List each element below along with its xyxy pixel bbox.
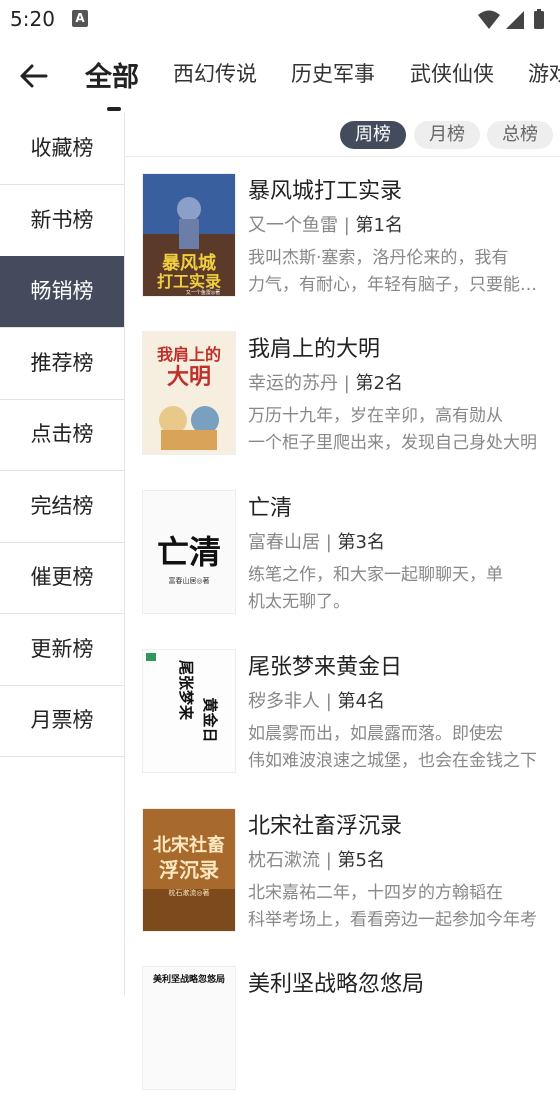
tab-history-military[interactable]: 历史军事 bbox=[291, 58, 375, 88]
book-author: 秽多非人 | bbox=[248, 691, 338, 712]
book-meta: 富春山居 | 第3名 bbox=[248, 528, 385, 554]
book-cover: 尾张梦来 黄金日 bbox=[142, 649, 236, 773]
app-header: 全部 西幻传说 历史军事 武侠仙侠 游戏 bbox=[0, 40, 560, 110]
svg-text:亡清: 亡清 bbox=[157, 533, 221, 571]
book-description: 万历十九年，岁在辛卯，高有勋从 一个柜子里爬出来，发现自己身处大明 bbox=[248, 406, 537, 453]
book-rank: 第1名 bbox=[355, 215, 403, 236]
cell-signal-icon bbox=[506, 11, 524, 29]
book-title[interactable]: 暴风城打工实录 bbox=[248, 173, 402, 205]
back-arrow-icon[interactable] bbox=[18, 60, 50, 92]
tab-games[interactable]: 游戏 bbox=[528, 58, 560, 88]
book-title[interactable]: 亡清 bbox=[248, 490, 292, 522]
ranking-sidebar: 收藏榜 新书榜 畅销榜 推荐榜 点击榜 完结榜 催更榜 更新榜 月票榜 bbox=[0, 113, 125, 995]
book-author: 枕石漱流 | bbox=[248, 850, 338, 871]
period-weekly[interactable]: 周榜 bbox=[340, 121, 406, 149]
sidebar-item-monthly-votes[interactable]: 月票榜 bbox=[0, 685, 124, 757]
book-meta: 秽多非人 | 第4名 bbox=[248, 687, 385, 713]
book-cover: 亡清 富春山居◎著 bbox=[142, 490, 236, 614]
book-item[interactable]: 北宋社畜 浮沉录 枕石漱流◎著 北宋社畜浮沉录 枕石漱流 | 第5名 北宋嘉祐二… bbox=[142, 808, 560, 938]
book-rank: 第3名 bbox=[337, 532, 385, 553]
sidebar-item-favorites[interactable]: 收藏榜 bbox=[0, 113, 124, 185]
svg-text:枕石漱流◎著: 枕石漱流◎著 bbox=[168, 888, 209, 897]
book-description: 我叫杰斯·塞索，洛丹伦来的，我有 力气，有耐心，年轻有脑子，只要能给口饭吃 bbox=[248, 248, 544, 295]
period-monthly[interactable]: 月榜 bbox=[414, 121, 480, 149]
tab-western-fantasy[interactable]: 西幻传说 bbox=[173, 58, 257, 88]
svg-text:又一个鱼雷◎著: 又一个鱼雷◎著 bbox=[186, 289, 220, 296]
svg-text:打工实录: 打工实录 bbox=[157, 272, 221, 291]
book-title[interactable]: 尾张梦来黄金日 bbox=[248, 649, 402, 681]
period-total[interactable]: 总榜 bbox=[487, 121, 553, 149]
book-item[interactable]: 我肩上的 大明 我肩上的大明 幸运的苏丹 | 第2名 万历十九年，岁在辛卯，高有… bbox=[142, 331, 560, 461]
wifi-icon bbox=[478, 10, 500, 29]
book-author: 又一个鱼雷 | bbox=[248, 215, 356, 236]
book-description: 如晨雾而出，如晨露而落。即使宏 伟如难波浪速之城堡，也会在金钱之下 bbox=[248, 724, 537, 771]
book-item[interactable]: 美利坚战略忽悠局 美利坚战略忽悠局 bbox=[142, 966, 560, 1096]
book-rank: 第4名 bbox=[337, 691, 385, 712]
sidebar-item-completed[interactable]: 完结榜 bbox=[0, 471, 124, 543]
book-cover: 美利坚战略忽悠局 bbox=[142, 966, 236, 1090]
sidebar-item-urge-update[interactable]: 催更榜 bbox=[0, 542, 124, 614]
sidebar-item-new-books[interactable]: 新书榜 bbox=[0, 185, 124, 257]
status-bar: 5:20 A bbox=[0, 0, 560, 40]
book-title[interactable]: 北宋社畜浮沉录 bbox=[248, 808, 402, 840]
book-author: 幸运的苏丹 | bbox=[248, 373, 356, 394]
book-title[interactable]: 美利坚战略忽悠局 bbox=[248, 966, 424, 998]
book-cover: 北宋社畜 浮沉录 枕石漱流◎著 bbox=[142, 808, 236, 932]
svg-text:尾张梦来: 尾张梦来 bbox=[177, 660, 195, 721]
status-time: 5:20 bbox=[10, 7, 55, 31]
svg-text:我肩上的: 我肩上的 bbox=[157, 345, 221, 364]
sidebar-item-recommended[interactable]: 推荐榜 bbox=[0, 328, 124, 400]
book-rank: 第5名 bbox=[337, 850, 385, 871]
sidebar-item-updated[interactable]: 更新榜 bbox=[0, 614, 124, 686]
book-title[interactable]: 我肩上的大明 bbox=[248, 331, 380, 363]
book-meta: 又一个鱼雷 | 第1名 bbox=[248, 211, 403, 237]
svg-text:暴风城: 暴风城 bbox=[162, 252, 216, 274]
book-item[interactable]: 尾张梦来 黄金日 尾张梦来黄金日 秽多非人 | 第4名 如晨雾而出，如晨露而落。… bbox=[142, 649, 560, 779]
book-rank: 第2名 bbox=[355, 373, 403, 394]
svg-text:美利坚战略忽悠局: 美利坚战略忽悠局 bbox=[153, 973, 225, 985]
book-item[interactable]: 暴风城 打工实录 又一个鱼雷◎著 暴风城打工实录 又一个鱼雷 | 第1名 我叫杰… bbox=[142, 173, 560, 303]
svg-text:富春山居◎著: 富春山居◎著 bbox=[168, 576, 209, 585]
book-description: 北宋嘉祐二年，十四岁的方翰韬在 科举考场上，看看旁边一起参加今年考 bbox=[248, 883, 537, 930]
book-cover: 我肩上的 大明 bbox=[142, 331, 236, 455]
book-description: 练笔之作，和大家一起聊聊天，单 机太无聊了。 bbox=[248, 565, 503, 612]
tab-all[interactable]: 全部 bbox=[85, 55, 139, 94]
tab-indicator bbox=[107, 107, 121, 111]
signal-battery-icons bbox=[478, 9, 544, 29]
svg-text:黄金日: 黄金日 bbox=[201, 697, 219, 742]
book-author: 富春山居 | bbox=[248, 532, 338, 553]
tab-wuxia-xianxia[interactable]: 武侠仙侠 bbox=[410, 58, 494, 88]
sidebar-item-clicks[interactable]: 点击榜 bbox=[0, 399, 124, 471]
book-meta: 枕石漱流 | 第5名 bbox=[248, 846, 385, 872]
book-meta: 幸运的苏丹 | 第2名 bbox=[248, 369, 403, 395]
notification-icon: A bbox=[72, 10, 88, 27]
svg-text:大明: 大明 bbox=[167, 365, 211, 390]
svg-text:北宋社畜: 北宋社畜 bbox=[153, 834, 225, 856]
svg-text:浮沉录: 浮沉录 bbox=[159, 858, 219, 882]
sidebar-item-bestsellers[interactable]: 畅销榜 bbox=[0, 256, 124, 328]
book-item[interactable]: 亡清 富春山居◎著 亡清 富春山居 | 第3名 练笔之作，和大家一起聊聊天，单 … bbox=[142, 490, 560, 620]
book-cover: 暴风城 打工实录 又一个鱼雷◎著 bbox=[142, 173, 236, 297]
divider bbox=[125, 156, 560, 157]
battery-icon bbox=[534, 11, 544, 29]
